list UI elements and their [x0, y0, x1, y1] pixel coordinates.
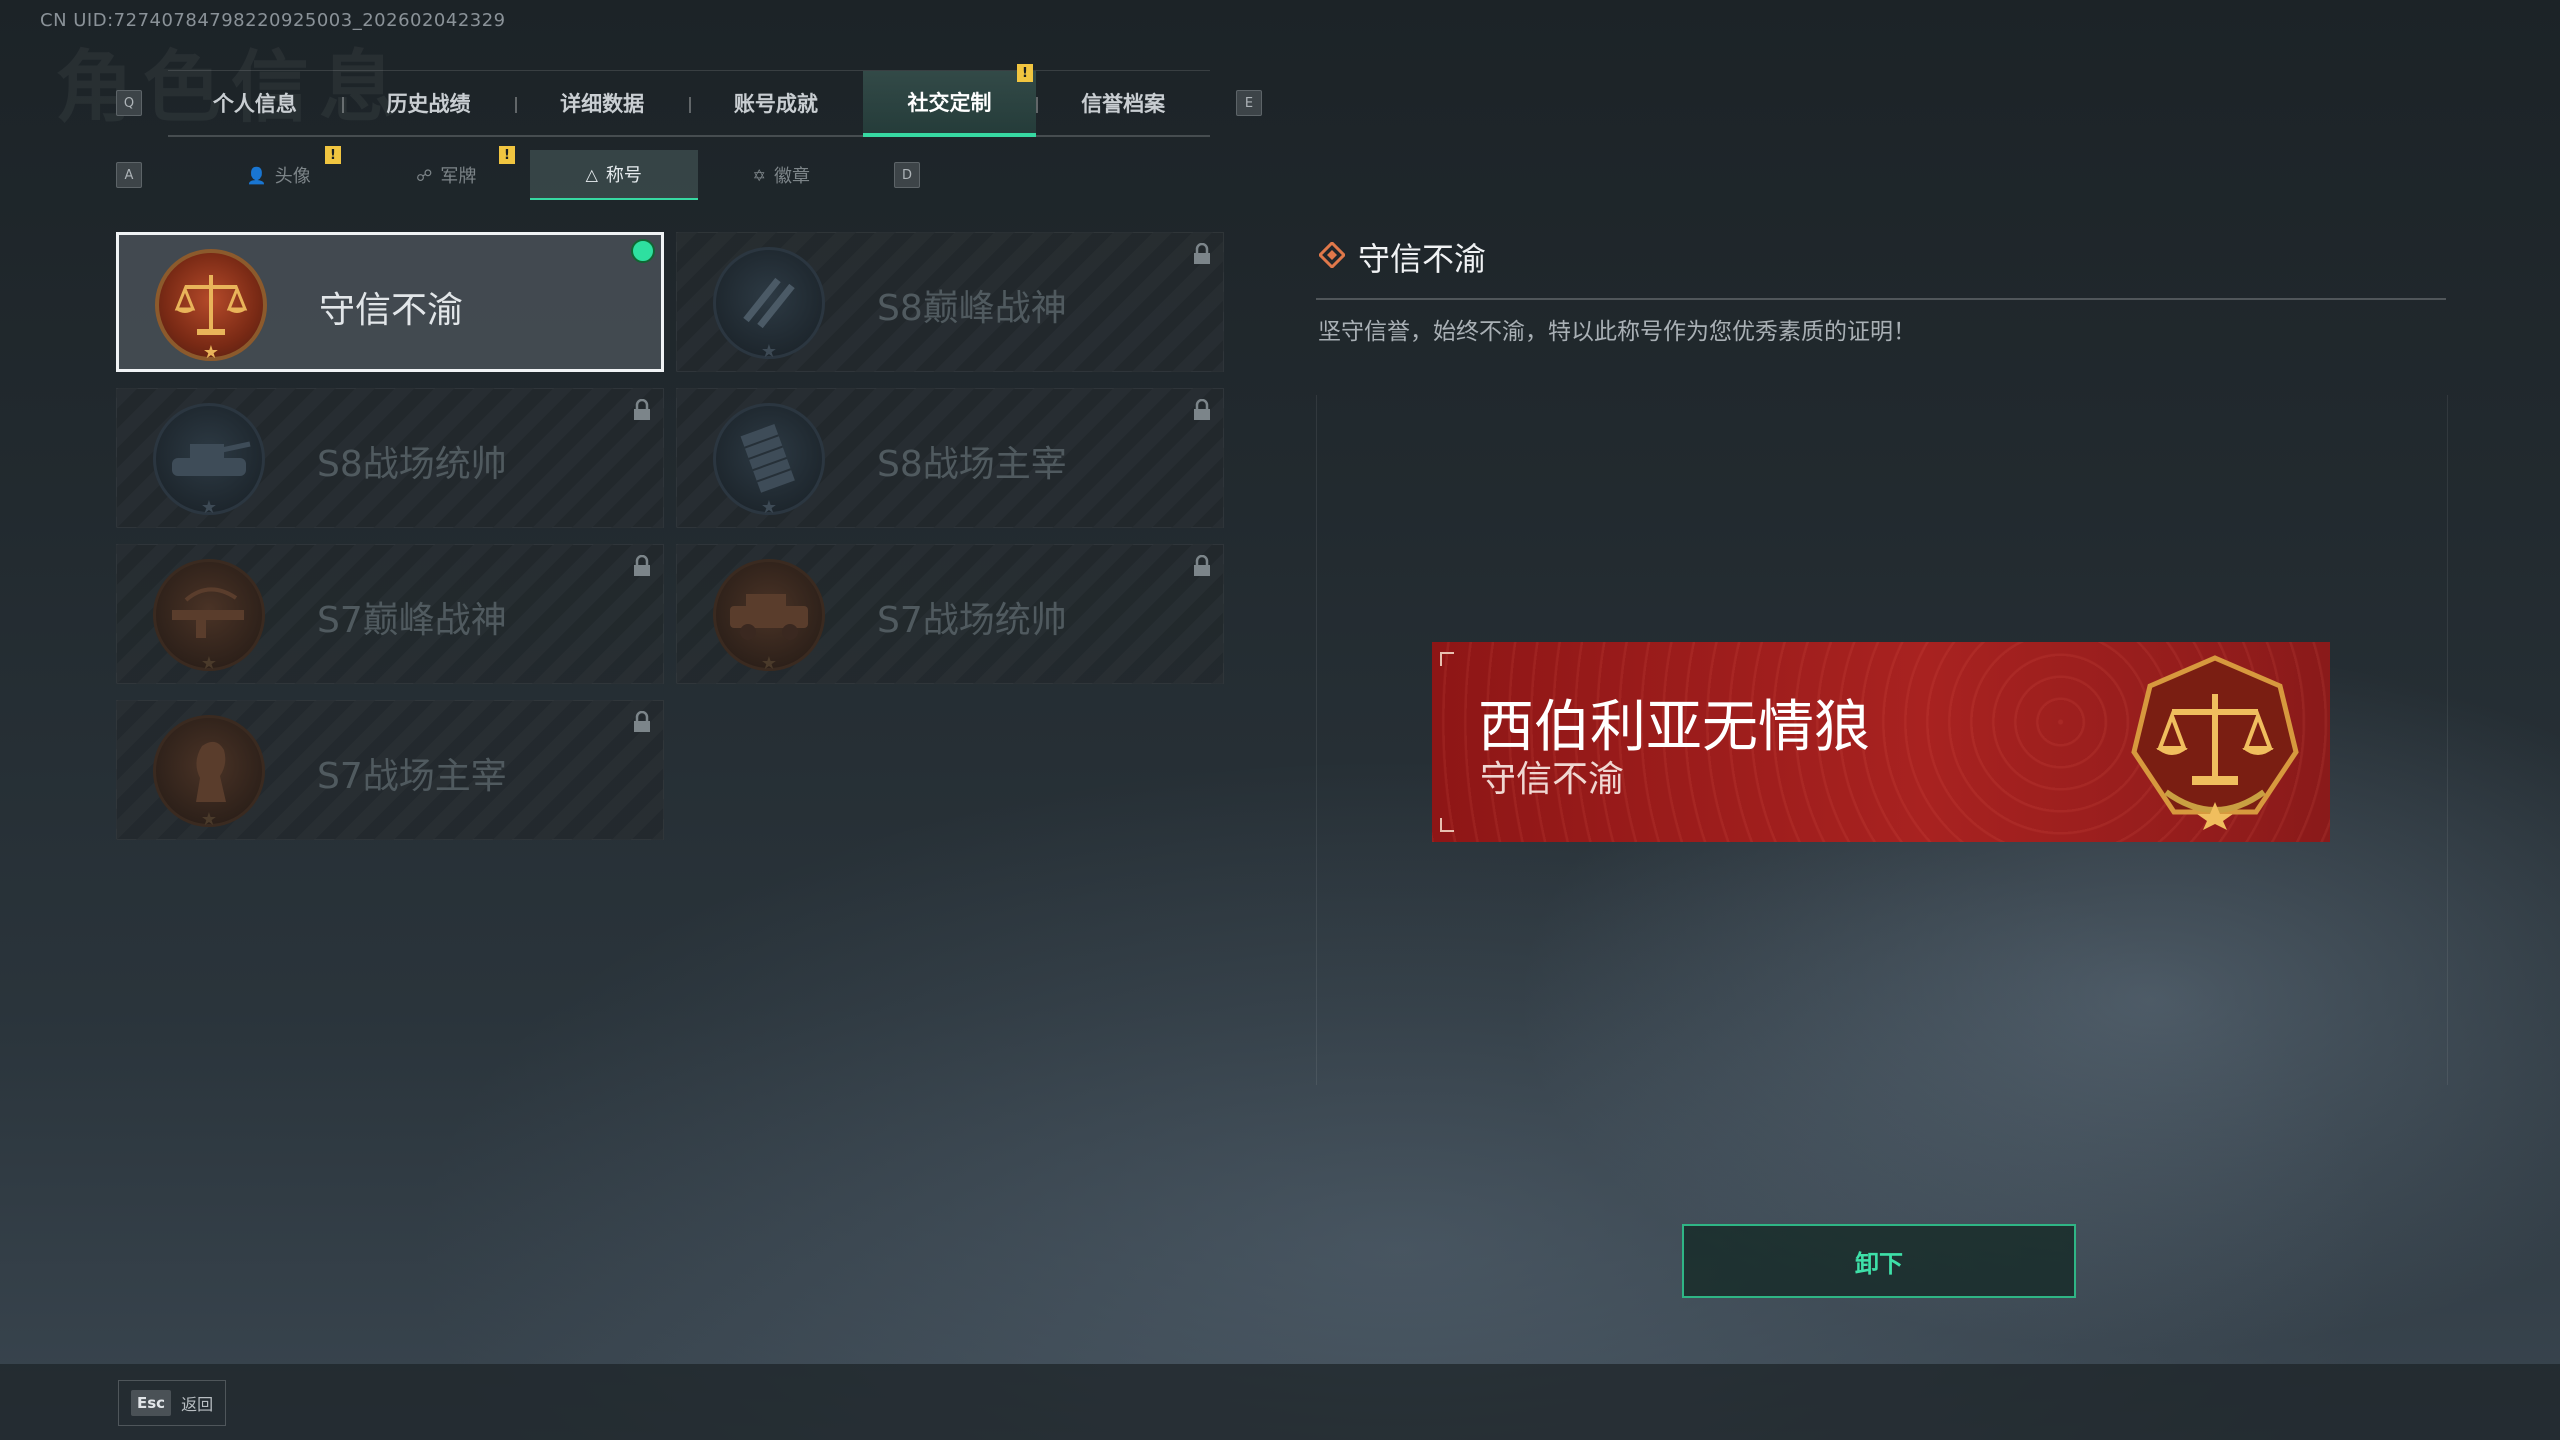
tab-notice-badge: !	[1017, 64, 1033, 82]
star-icon: ★	[760, 653, 778, 674]
star-icon: ★	[200, 653, 218, 674]
soldier-emblem-icon: ★	[153, 715, 265, 830]
star-icon: ★	[200, 809, 218, 830]
title-card-3[interactable]: ★ S8战场主宰	[676, 388, 1224, 528]
tab-detailed-data[interactable]: 详细数据	[515, 71, 689, 135]
title-card-name: S7战场主宰	[317, 756, 507, 797]
lock-icon	[1194, 555, 1210, 576]
diamond-icon	[1319, 242, 1345, 268]
title-card-name: S8战场统帅	[317, 444, 507, 485]
detail-header: 守信不渝	[1316, 232, 2446, 300]
title-card-0[interactable]: ★ 守信不渝	[116, 232, 664, 372]
subtab-avatar-label: 头像	[274, 166, 311, 187]
star-icon: ★	[760, 341, 778, 362]
subtab-dogtag-label: 军牌	[440, 166, 477, 187]
title-icon: △	[585, 164, 598, 184]
footer-bar	[0, 1364, 2560, 1440]
building-emblem-icon: ★	[713, 403, 825, 518]
title-card-4[interactable]: ★ S7巅峰战神	[116, 544, 664, 684]
badge-icon: ✡	[752, 165, 766, 185]
title-card-name: 守信不渝	[319, 290, 464, 331]
equipped-indicator	[631, 239, 655, 263]
scales-emblem-icon	[2131, 655, 2299, 830]
title-preview-banner: 西伯利亚无情狼 守信不渝	[1432, 642, 2330, 842]
tank-emblem-icon: ★	[153, 403, 265, 518]
subtab-next-key[interactable]: D	[894, 162, 920, 188]
tab-personal-info[interactable]: 个人信息	[168, 71, 342, 135]
title-card-name: S8战场主宰	[877, 444, 1067, 485]
subtab-badge-label: 徽章	[773, 166, 810, 187]
star-icon: ★	[202, 342, 220, 363]
sub-tabbar: 👤 头像 ☍ 军牌 △ 称号 ✡ 徽章	[195, 150, 865, 200]
scales-emblem-icon: ★	[155, 249, 267, 363]
lock-icon	[634, 711, 650, 732]
banner-title: 守信不渝	[1480, 759, 1625, 800]
subtab-title[interactable]: △ 称号	[530, 150, 698, 200]
title-card-1[interactable]: ★ S8巅峰战神	[676, 232, 1224, 372]
back-label: 返回	[181, 1395, 214, 1414]
unequip-button[interactable]: 卸下	[1682, 1224, 2076, 1298]
lock-icon	[1194, 243, 1210, 264]
title-card-6[interactable]: ★ S7战场主宰	[116, 700, 664, 840]
lock-icon	[1194, 399, 1210, 420]
banner-corner	[1440, 652, 1454, 666]
esc-key: Esc	[131, 1390, 172, 1416]
s8-peak-emblem-icon: ★	[713, 247, 825, 362]
tab-match-history[interactable]: 历史战绩	[341, 71, 516, 135]
subtab-badge[interactable]: ✡ 徽章	[698, 150, 866, 200]
rifle-emblem-icon: ★	[153, 559, 265, 674]
vehicle-emblem-icon: ★	[713, 559, 825, 674]
tab-next-key[interactable]: E	[1236, 90, 1262, 116]
lock-icon	[634, 399, 650, 420]
star-icon: ★	[200, 497, 218, 518]
back-button[interactable]: Esc 返回	[118, 1380, 226, 1426]
tab-credit-record[interactable]: 信誉档案	[1036, 71, 1210, 135]
tab-prev-key[interactable]: Q	[116, 90, 142, 116]
subtab-dogtag-notice: !	[499, 146, 515, 164]
title-card-name: S8巅峰战神	[877, 288, 1067, 329]
detail-title-name: 守信不渝	[1358, 240, 1487, 278]
title-card-5[interactable]: ★ S7战场统帅	[676, 544, 1224, 684]
title-card-name: S7战场统帅	[877, 600, 1067, 641]
dogtag-icon: ☍	[416, 165, 433, 185]
title-card-name: S7巅峰战神	[317, 600, 507, 641]
lock-icon	[634, 555, 650, 576]
subtab-title-label: 称号	[605, 165, 642, 186]
subtab-avatar-notice: !	[325, 146, 341, 164]
person-icon: 👤	[246, 165, 267, 185]
banner-corner	[1440, 818, 1454, 832]
tab-social-custom[interactable]: 社交定制	[862, 71, 1037, 137]
detail-description: 坚守信誉，始终不渝，特以此称号作为您优秀素质的证明！	[1318, 319, 1916, 345]
star-icon: ★	[760, 497, 778, 518]
main-tabbar: 个人信息 历史战绩 详细数据 账号成就 社交定制 信誉档案	[168, 70, 1210, 137]
tab-account-achievements[interactable]: 账号成就	[689, 71, 863, 135]
subtab-prev-key[interactable]: A	[116, 162, 142, 188]
title-card-2[interactable]: ★ S8战场统帅	[116, 388, 664, 528]
